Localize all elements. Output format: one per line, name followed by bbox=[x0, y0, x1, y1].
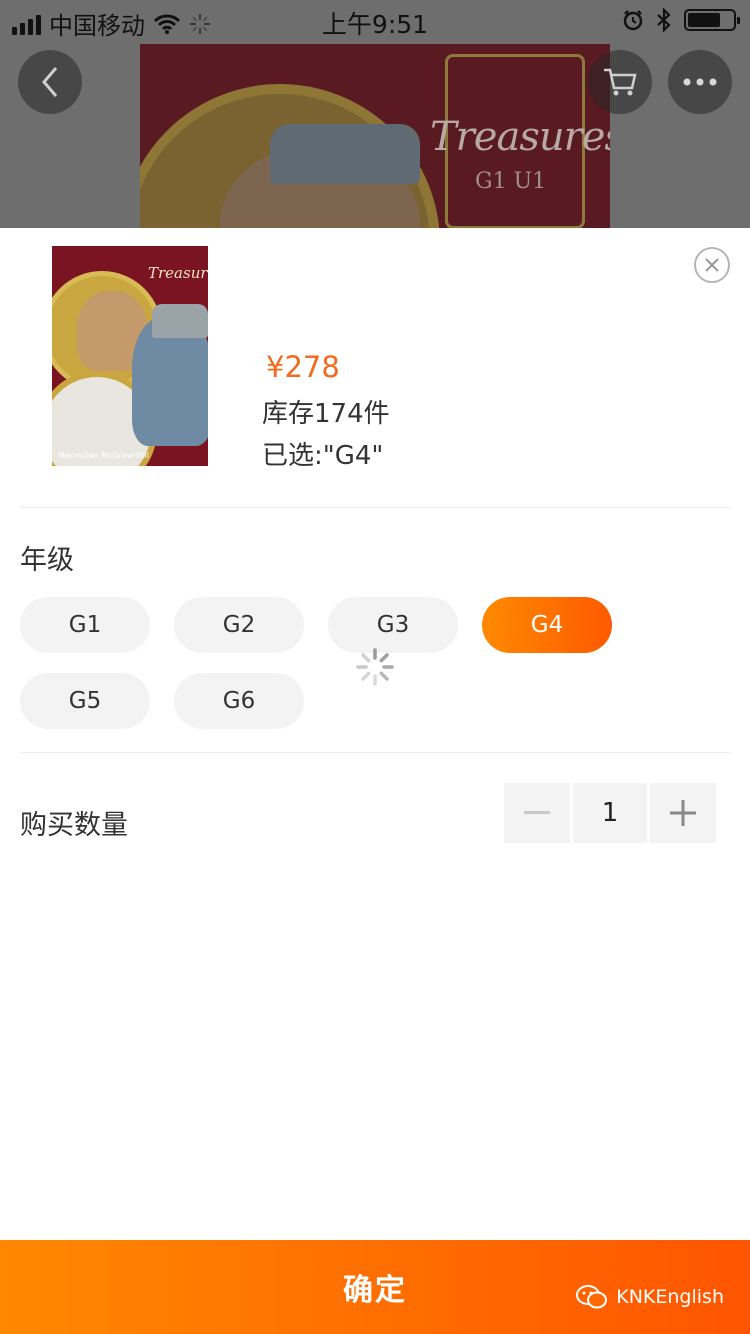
watermark-text: KNKEnglish bbox=[616, 1286, 724, 1308]
more-button[interactable] bbox=[668, 50, 732, 114]
grade-option-g2[interactable]: G2 bbox=[174, 597, 304, 653]
quantity-label: 购买数量 bbox=[20, 810, 128, 841]
divider bbox=[20, 752, 730, 753]
bluetooth-icon bbox=[657, 8, 671, 32]
grade-option-g4[interactable]: G4 bbox=[482, 597, 612, 653]
thumb-publisher: Macmillan McGraw-Hill bbox=[58, 451, 149, 460]
quantity-decrease-button[interactable] bbox=[504, 783, 570, 843]
confirm-label: 确定 bbox=[343, 1273, 407, 1308]
grade-section-title: 年级 bbox=[20, 545, 74, 576]
loading-spinner-icon bbox=[356, 648, 394, 686]
hero-cover-sub: G1 U1 bbox=[475, 169, 547, 194]
chevron-left-icon bbox=[42, 67, 58, 97]
close-icon bbox=[705, 258, 719, 272]
more-dots-icon bbox=[683, 78, 717, 86]
watermark: KNKEnglish bbox=[576, 1284, 724, 1310]
grade-option-g1[interactable]: G1 bbox=[20, 597, 150, 653]
status-bar: 中国移动 上午9:51 bbox=[0, 0, 750, 40]
close-button[interactable] bbox=[694, 247, 730, 283]
product-price: ¥278 bbox=[266, 350, 340, 384]
thumb-cover-title: Treasures bbox=[148, 264, 208, 282]
quantity-stepper: 1 bbox=[504, 783, 716, 843]
quantity-increase-button[interactable] bbox=[650, 783, 716, 843]
sku-selection-sheet: Treasures Macmillan McGraw-Hill ¥278 库存1… bbox=[0, 228, 750, 1334]
product-thumbnail: Treasures Macmillan McGraw-Hill bbox=[52, 246, 208, 466]
selected-option-text: 已选:"G4" bbox=[262, 441, 384, 471]
grade-option-g6[interactable]: G6 bbox=[174, 673, 304, 729]
hero-hat-art bbox=[270, 124, 420, 184]
plus-icon bbox=[670, 800, 696, 826]
divider bbox=[20, 507, 730, 508]
stock-count: 库存174件 bbox=[262, 399, 390, 429]
quantity-value[interactable]: 1 bbox=[573, 783, 647, 843]
grade-option-g3[interactable]: G3 bbox=[328, 597, 458, 653]
minus-icon bbox=[524, 811, 550, 814]
product-hero-image: Treasures G1 U1 bbox=[140, 44, 610, 230]
cart-icon bbox=[604, 68, 637, 96]
grade-option-g5[interactable]: G5 bbox=[20, 673, 150, 729]
hero-cover-title: Treasures bbox=[430, 114, 610, 160]
cart-button[interactable] bbox=[588, 50, 652, 114]
back-button[interactable] bbox=[18, 50, 82, 114]
wechat-icon bbox=[576, 1285, 608, 1309]
thumb-hat-art bbox=[152, 304, 208, 338]
alarm-icon bbox=[623, 10, 643, 31]
battery-icon bbox=[684, 9, 740, 31]
